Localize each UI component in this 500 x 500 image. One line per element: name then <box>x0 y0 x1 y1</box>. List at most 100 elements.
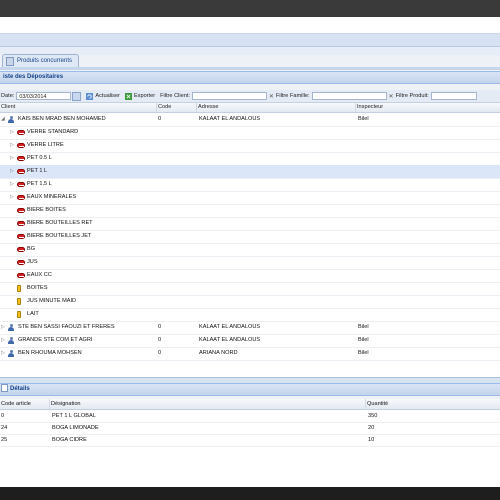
tab-produits-concurrents[interactable]: Produits concurrents <box>2 54 80 67</box>
code-article-cell: 25 <box>1 437 8 443</box>
details-grid-header: Code article Désignation Quantité <box>0 399 500 410</box>
expand-arrow-icon[interactable]: ▷ <box>1 334 5 347</box>
exporter-button[interactable]: Exporter <box>134 93 155 99</box>
no-entry-icon <box>17 273 25 278</box>
expand-arrow-icon[interactable]: ▷ <box>10 178 14 191</box>
tree-row[interactable]: ▷ BEN RHOUMA MOHSEN 0 ARIANA NORD Bilel <box>0 347 500 361</box>
designation-cell: BOGA CIDRE <box>52 437 87 443</box>
client-cell: BG <box>27 246 36 252</box>
details-panel-header: Détails <box>0 383 500 396</box>
tree-grid-body: ◢ KAIS BEN MRAD BEN MOHAMED 0 KALAAT EL AND… <box>0 113 500 377</box>
collapse-arrow-icon[interactable]: ◢ <box>1 113 5 126</box>
clear-famille-icon[interactable]: ✕ <box>389 93 394 100</box>
tree-row[interactable]: BOITES <box>0 282 500 296</box>
yellow-product-icon <box>17 298 21 305</box>
tree-row[interactable]: JUS MINUTE MAID <box>0 295 500 309</box>
no-entry-icon <box>17 195 25 200</box>
expand-arrow-icon[interactable]: ▷ <box>10 152 14 165</box>
no-entry-icon <box>17 208 25 213</box>
os-title-bar <box>0 0 500 18</box>
expand-arrow-icon[interactable]: ▷ <box>10 126 14 139</box>
client-cell: LAIT <box>27 311 39 317</box>
inspecteur-cell: Bilel <box>358 324 369 330</box>
tree-row[interactable]: ▷ PET 0.5 L <box>0 152 500 166</box>
expand-arrow-icon[interactable]: ▷ <box>10 165 14 178</box>
client-person-icon <box>8 116 14 123</box>
designation-cell: BOGA LIMONADE <box>52 425 99 431</box>
expand-arrow-icon[interactable]: ▷ <box>1 321 5 334</box>
actualiser-button[interactable]: Actualiser <box>95 93 120 99</box>
date-field[interactable]: 03/03/2014 <box>16 92 72 100</box>
col-quantite[interactable]: Quantité <box>366 399 500 409</box>
client-cell: PET 1,5 L <box>27 181 52 187</box>
client-cell: BEN RHOUMA MOHSEN <box>18 350 82 356</box>
tree-row[interactable]: JUS <box>0 256 500 270</box>
client-cell: EAUX CC <box>27 272 52 278</box>
code-article-cell: 24 <box>1 425 8 431</box>
tree-row[interactable]: EAUX CC <box>0 269 500 283</box>
tree-row[interactable]: BIERE BOUTEILLES JET <box>0 230 500 244</box>
quantite-cell: 350 <box>368 413 378 419</box>
no-entry-icon <box>17 260 25 265</box>
app-header <box>0 17 500 34</box>
code-article-cell: 0 <box>1 413 5 419</box>
expand-arrow-icon[interactable]: ▷ <box>1 347 5 360</box>
client-cell: VERRE LITRE <box>27 142 64 148</box>
tree-row[interactable]: ▷ PET 1,5 L <box>0 178 500 192</box>
col-code-article[interactable]: Code article <box>0 399 50 409</box>
tree-row[interactable]: ▷ VERRE LITRE <box>0 139 500 153</box>
tree-row[interactable]: ▷ VERRE STANDARD <box>0 126 500 140</box>
col-client[interactable]: Client <box>0 103 157 112</box>
no-entry-icon <box>17 234 25 239</box>
tree-row[interactable]: ▷ EAUX MINERALES <box>0 191 500 205</box>
col-code[interactable]: Code <box>157 103 197 112</box>
col-designation[interactable]: Désignation <box>50 399 366 409</box>
filter-toolbar: Date: 03/03/2014 Actualiser Exporter Fil… <box>0 90 500 103</box>
designation-cell: PET 1 L GLOBAL <box>52 413 96 419</box>
client-cell: BIERE BOUTEILLES RET <box>27 220 93 226</box>
tree-row[interactable]: BIERE BOITES <box>0 204 500 218</box>
quantite-cell: 20 <box>368 425 375 431</box>
code-cell: 0 <box>158 324 162 330</box>
col-inspecteur[interactable]: Inspecteur <box>356 103 500 112</box>
inspecteur-cell: Bilel <box>358 337 369 343</box>
client-person-icon <box>8 324 14 331</box>
tree-row[interactable]: ▷ PET 1 L <box>0 165 500 179</box>
calendar-icon[interactable] <box>72 91 82 101</box>
panel-header-depositaires: iste des Dépositaires <box>0 71 500 84</box>
expand-arrow-icon[interactable]: ▷ <box>10 139 14 152</box>
client-cell: STE BEN SASSI FAOUZI ET FRERES <box>18 324 115 330</box>
expand-arrow-icon[interactable]: ▷ <box>10 191 14 204</box>
adresse-cell: KALAAT EL ANDALOUS <box>199 324 261 330</box>
panel-title: iste des Dépositaires <box>3 74 64 80</box>
tree-row[interactable]: ◢ KAIS BEN MRAD BEN MOHAMED 0 KALAAT EL AND… <box>0 113 500 127</box>
details-title: Détails <box>10 386 30 392</box>
filtre-famille-label: Filtre Famille: <box>275 93 310 99</box>
tree-row[interactable]: ▷ GRANDE STE COM ET AGRI 0 KALAAT EL ANDALO… <box>0 334 500 348</box>
col-adresse[interactable]: Adresse <box>197 103 356 112</box>
filtre-client-input[interactable] <box>191 92 267 100</box>
grid-header: Client Code Adresse Inspecteur <box>0 103 500 113</box>
adresse-cell: ARIANA NORD <box>199 350 238 356</box>
refresh-icon[interactable] <box>86 92 94 100</box>
tree-row[interactable]: BIERE BOUTEILLES RET <box>0 217 500 231</box>
client-cell: JUS <box>27 259 38 265</box>
export-icon[interactable] <box>124 92 132 100</box>
tree-row[interactable]: BG <box>0 243 500 257</box>
details-row[interactable]: 25 BOGA CIDRE 10 <box>0 434 500 447</box>
tree-row[interactable]: ▷ STE BEN SASSI FAOUZI ET FRERES 0 KALAAT E… <box>0 321 500 335</box>
filtre-produit-input[interactable] <box>430 92 477 100</box>
clear-client-icon[interactable]: ✕ <box>269 93 274 100</box>
os-bottom-bar <box>0 487 500 500</box>
client-cell: BIERE BOUTEILLES JET <box>27 233 92 239</box>
client-cell: PET 0.5 L <box>27 155 52 161</box>
client-cell: BOITES <box>27 285 48 291</box>
inspecteur-cell: Bilel <box>358 116 369 122</box>
tree-row[interactable]: LAIT <box>0 308 500 322</box>
filtre-famille-input[interactable] <box>311 92 387 100</box>
app-menu-band <box>0 34 500 47</box>
no-entry-icon <box>17 143 25 148</box>
no-entry-icon <box>17 247 25 252</box>
client-person-icon <box>8 350 14 357</box>
quantite-cell: 10 <box>368 437 375 443</box>
